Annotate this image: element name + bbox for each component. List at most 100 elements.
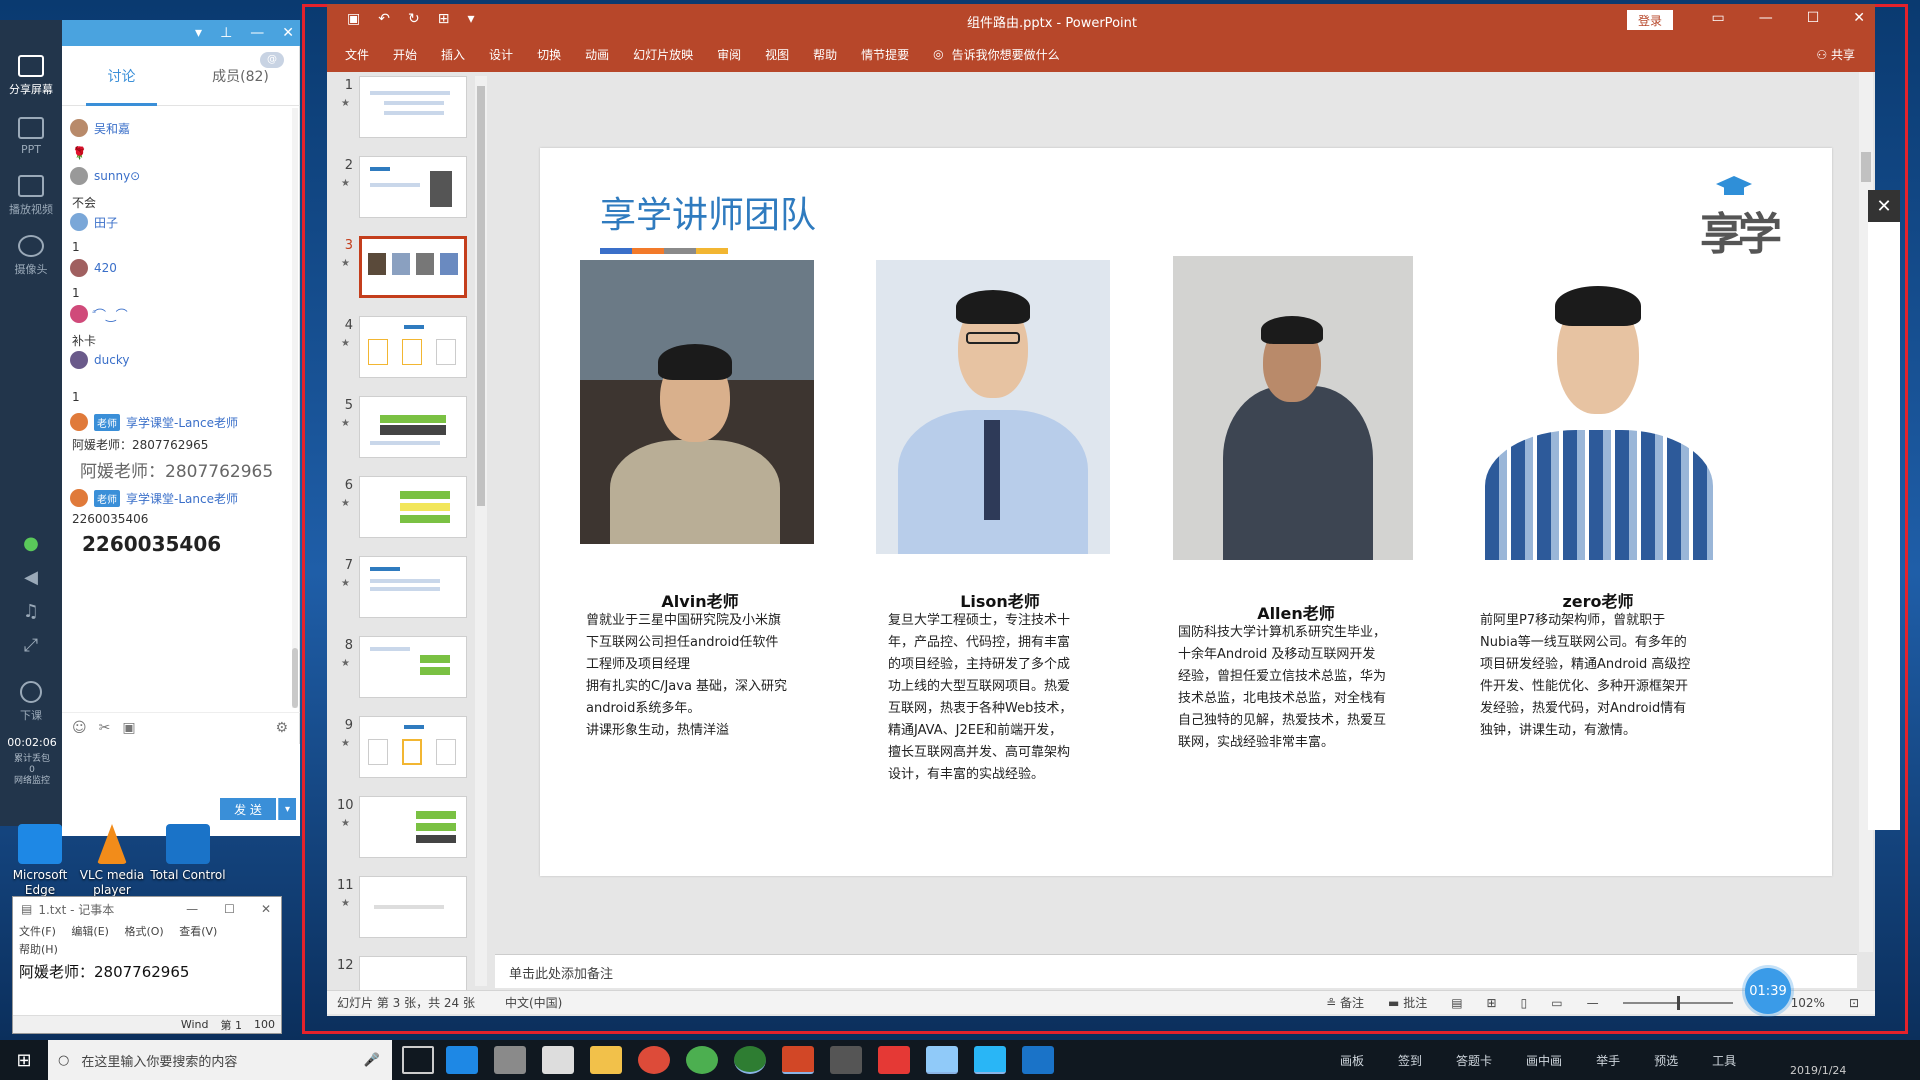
slide-thumbnail-6[interactable]: 6 ★ bbox=[337, 476, 487, 546]
tab-design[interactable]: 设计 bbox=[489, 46, 513, 63]
normal-view-icon[interactable]: ▤ bbox=[1451, 996, 1462, 1010]
tab-animations[interactable]: 动画 bbox=[585, 46, 609, 63]
tab-home[interactable]: 开始 bbox=[393, 46, 417, 63]
tab-view[interactable]: 视图 bbox=[765, 46, 789, 63]
emoji-icon[interactable]: ☺ bbox=[72, 720, 87, 736]
current-slide[interactable]: 享学讲师团队 享学 Alvin老师 曾就业于三星中国研究院及小米旗 下互联网公司… bbox=[540, 148, 1832, 876]
minimize-icon[interactable]: — bbox=[250, 25, 264, 41]
share-button[interactable]: ⚇ 共享 bbox=[1816, 46, 1855, 63]
close-icon[interactable]: ✕ bbox=[1868, 190, 1900, 222]
thumbnails-scrollbar[interactable] bbox=[475, 76, 487, 986]
slide-thumbnail-4[interactable]: 4 ★ bbox=[337, 316, 487, 386]
tool-raise-hand[interactable]: 举手 bbox=[1596, 1052, 1620, 1069]
slide-thumbnail-12[interactable]: 12 bbox=[337, 956, 487, 990]
redo-icon[interactable]: ↻ bbox=[408, 11, 420, 27]
dropdown-icon[interactable]: ▾ bbox=[195, 25, 202, 41]
tab-help[interactable]: 帮助 bbox=[813, 46, 837, 63]
menu-view[interactable]: 查看(V) bbox=[179, 925, 217, 938]
close-icon[interactable]: ✕ bbox=[282, 25, 294, 41]
slide-thumbnail-2[interactable]: 2 ★ bbox=[337, 156, 487, 226]
desktop-icon-total-control[interactable]: Total Control bbox=[148, 824, 228, 883]
comments-toggle[interactable]: ▬ 批注 bbox=[1388, 994, 1427, 1011]
reading-view-icon[interactable]: ▯ bbox=[1521, 996, 1528, 1010]
menu-file[interactable]: 文件(F) bbox=[19, 925, 56, 938]
notes-toggle[interactable]: ≗ 备注 bbox=[1326, 994, 1364, 1011]
tool-preview[interactable]: 预选 bbox=[1654, 1052, 1678, 1069]
fit-slide-icon[interactable]: ⊡ bbox=[1849, 996, 1859, 1010]
task-view-icon[interactable] bbox=[402, 1046, 434, 1074]
taskbar-store-icon[interactable] bbox=[494, 1046, 526, 1074]
start-button[interactable]: ⊞ bbox=[0, 1040, 48, 1080]
tab-discussion[interactable]: 讨论 bbox=[62, 46, 181, 106]
maximize-icon[interactable]: ☐ bbox=[224, 902, 235, 916]
close-icon[interactable]: ✕ bbox=[1853, 10, 1865, 26]
microphone-icon[interactable]: 🎤 bbox=[364, 1053, 380, 1068]
slide-thumbnail-9[interactable]: 9 ★ bbox=[337, 716, 487, 786]
present-icon[interactable]: ⊞ bbox=[438, 11, 450, 27]
send-options-dropdown[interactable]: ▾ bbox=[278, 798, 296, 820]
login-button[interactable]: 登录 bbox=[1627, 10, 1673, 30]
slide-thumbnail-3[interactable]: 3 ★ bbox=[337, 236, 487, 306]
close-icon[interactable]: ✕ bbox=[261, 902, 271, 916]
music-icon[interactable]: ♫ bbox=[0, 594, 62, 628]
play-video-button[interactable]: 播放视频 bbox=[0, 166, 62, 226]
taskbar-globe-icon[interactable] bbox=[734, 1046, 766, 1074]
chat-scrollbar[interactable] bbox=[292, 108, 298, 708]
ribbon-display-icon[interactable]: ▭ bbox=[1711, 10, 1724, 26]
sorter-view-icon[interactable]: ⊞ bbox=[1487, 996, 1497, 1010]
mic-icon[interactable]: ● bbox=[0, 526, 62, 560]
customize-icon[interactable]: ▾ bbox=[467, 11, 474, 27]
speaker-icon[interactable]: ◀ bbox=[0, 560, 62, 594]
slide-thumbnail-5[interactable]: 5 ★ bbox=[337, 396, 487, 466]
zoom-out-icon[interactable]: — bbox=[1587, 996, 1599, 1010]
tell-me-box[interactable]: ◎ 告诉我你想要做什么 bbox=[933, 46, 1060, 63]
slide-thumbnail-10[interactable]: 10 ★ bbox=[337, 796, 487, 866]
taskbar-mail-icon[interactable] bbox=[542, 1046, 574, 1074]
end-class-button[interactable]: 下课 bbox=[0, 672, 62, 732]
ppt-button[interactable]: PPT bbox=[0, 106, 62, 166]
tab-file[interactable]: 文件 bbox=[345, 46, 369, 63]
notepad-text-area[interactable]: 阿媛老师：2807762965 bbox=[15, 961, 269, 1001]
minimize-icon[interactable]: — bbox=[1759, 10, 1773, 26]
undo-icon[interactable]: ↶ bbox=[378, 11, 390, 27]
tool-answer-card[interactable]: 答题卡 bbox=[1456, 1052, 1492, 1069]
share-screen-button[interactable]: 分享屏幕 bbox=[0, 46, 62, 106]
expand-icon[interactable]: ⤢ bbox=[0, 628, 62, 662]
mention-badge[interactable]: @ bbox=[260, 52, 284, 68]
zoom-level[interactable]: 102% bbox=[1791, 996, 1825, 1010]
tool-tools[interactable]: 工具 bbox=[1712, 1052, 1736, 1069]
tab-slideshow[interactable]: 幻灯片放映 bbox=[633, 46, 693, 63]
camera-button[interactable]: 摄像头 bbox=[0, 226, 62, 286]
chat-input[interactable] bbox=[62, 744, 300, 836]
taskbar-edge-icon[interactable] bbox=[446, 1046, 478, 1074]
gear-icon[interactable]: ⚙ bbox=[275, 720, 288, 736]
pin-icon[interactable]: ⊥ bbox=[220, 25, 232, 41]
menu-format[interactable]: 格式(O) bbox=[124, 925, 163, 938]
recording-timer[interactable]: 01:39 bbox=[1745, 968, 1791, 1014]
tool-pip[interactable]: 画中画 bbox=[1526, 1052, 1562, 1069]
tool-sign-in[interactable]: 签到 bbox=[1398, 1052, 1422, 1069]
taskbar-xmind-icon[interactable] bbox=[878, 1046, 910, 1074]
taskbar-explorer-icon[interactable] bbox=[590, 1046, 622, 1074]
minimize-icon[interactable]: — bbox=[186, 902, 198, 916]
menu-help[interactable]: 帮助(H) bbox=[19, 943, 58, 956]
desktop-icon-vlc[interactable]: VLC media player bbox=[72, 824, 152, 898]
save-icon[interactable]: ▣ bbox=[347, 11, 360, 27]
zoom-slider[interactable] bbox=[1622, 995, 1733, 1010]
taskbar-classroom-icon[interactable] bbox=[974, 1046, 1006, 1074]
taskbar-photos-icon[interactable] bbox=[830, 1046, 862, 1074]
send-button[interactable]: 发 送 bbox=[220, 798, 276, 820]
notes-pane[interactable]: 单击此处添加备注 bbox=[495, 954, 1857, 988]
taskbar-powerpoint-icon[interactable] bbox=[782, 1046, 814, 1074]
slideshow-view-icon[interactable]: ▭ bbox=[1551, 996, 1562, 1010]
image-icon[interactable]: ▣ bbox=[122, 720, 135, 736]
tab-transitions[interactable]: 切换 bbox=[537, 46, 561, 63]
tab-storyboard[interactable]: 情节提要 bbox=[861, 46, 909, 63]
taskbar-chrome-icon[interactable] bbox=[638, 1046, 670, 1074]
taskbar-search[interactable]: ○ 在这里输入你要搜索的内容 🎤 bbox=[48, 1040, 392, 1080]
menu-edit[interactable]: 编辑(E) bbox=[71, 925, 109, 938]
tab-review[interactable]: 审阅 bbox=[717, 46, 741, 63]
language-indicator[interactable]: 中文(中国) bbox=[505, 994, 562, 1011]
scissors-icon[interactable]: ✂ bbox=[99, 720, 111, 736]
slide-thumbnail-8[interactable]: 8 ★ bbox=[337, 636, 487, 706]
